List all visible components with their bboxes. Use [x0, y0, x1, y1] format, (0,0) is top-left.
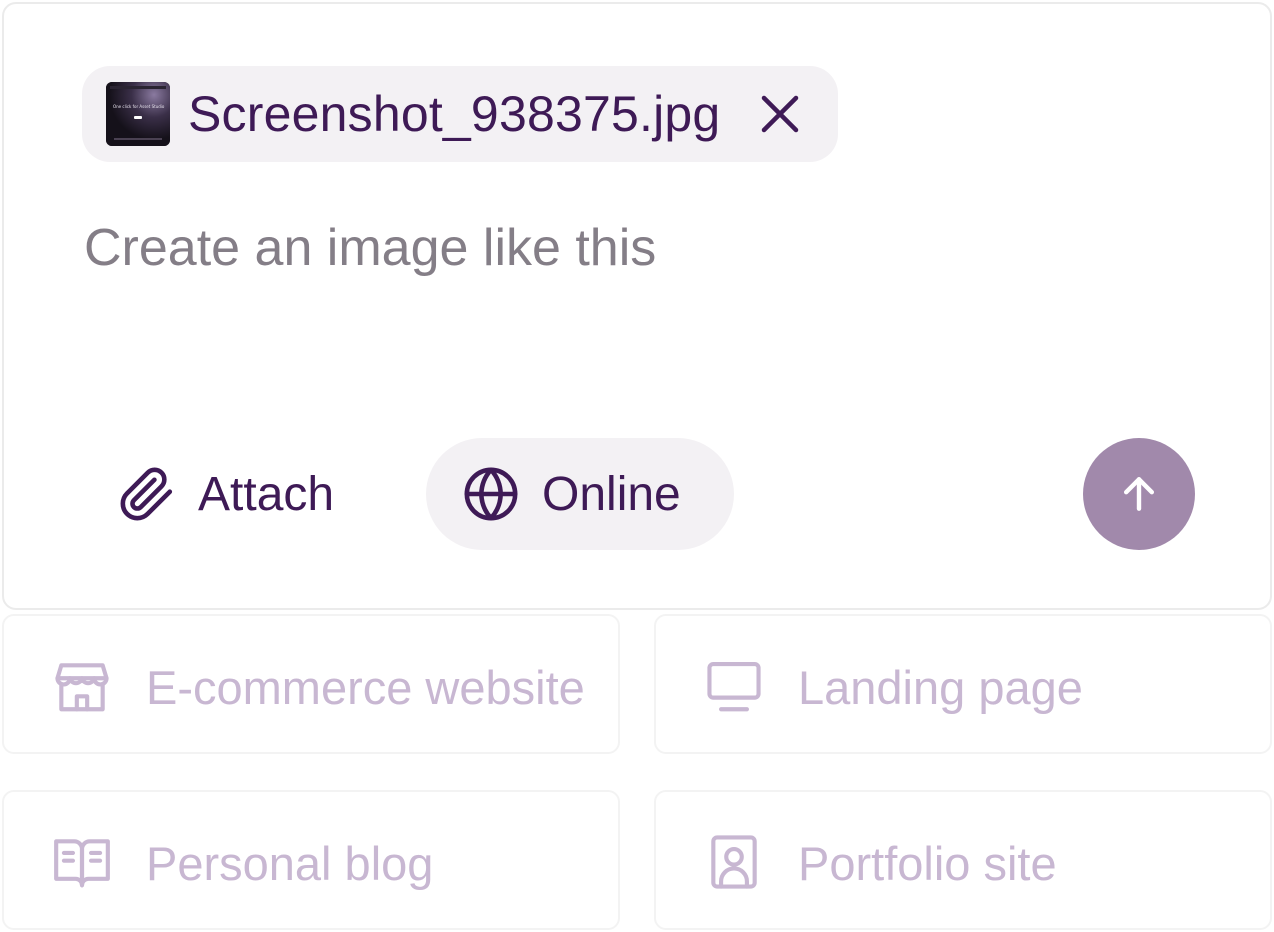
attachment-chip: One click for Asset Studio Screenshot_93…	[82, 66, 838, 162]
globe-icon	[464, 467, 518, 521]
close-icon	[761, 95, 799, 133]
suggestion-portfolio-site[interactable]: Portfolio site	[654, 790, 1272, 930]
suggestion-label: Landing page	[798, 661, 1083, 714]
paperclip-icon	[120, 467, 173, 521]
online-toggle[interactable]: Online	[426, 438, 734, 550]
prompt-input[interactable]	[84, 216, 1184, 280]
monitor-icon	[702, 654, 766, 718]
thumbnail-caption: One click for Asset Studio	[113, 104, 165, 109]
attachment-thumbnail: One click for Asset Studio	[106, 82, 170, 146]
arrow-up-icon	[1123, 477, 1155, 511]
suggestion-label: Personal blog	[146, 837, 434, 890]
remove-attachment-button[interactable]	[758, 92, 802, 136]
open-book-icon	[50, 830, 114, 894]
prompt-composer: One click for Asset Studio Screenshot_93…	[2, 2, 1272, 610]
online-label: Online	[542, 467, 681, 521]
profile-card-icon	[702, 830, 766, 894]
send-button[interactable]	[1083, 438, 1195, 550]
attach-label: Attach	[198, 467, 335, 521]
suggestion-landing-page[interactable]: Landing page	[654, 614, 1272, 754]
storefront-icon	[50, 654, 114, 718]
suggestion-personal-blog[interactable]: Personal blog	[2, 790, 620, 930]
suggestion-label: E-commerce website	[146, 661, 585, 714]
suggestion-label: Portfolio site	[798, 837, 1057, 890]
attachment-file-name: Screenshot_938375.jpg	[188, 86, 721, 142]
suggestion-ecommerce-website[interactable]: E-commerce website	[2, 614, 620, 754]
attach-button[interactable]: Attach	[108, 438, 368, 550]
